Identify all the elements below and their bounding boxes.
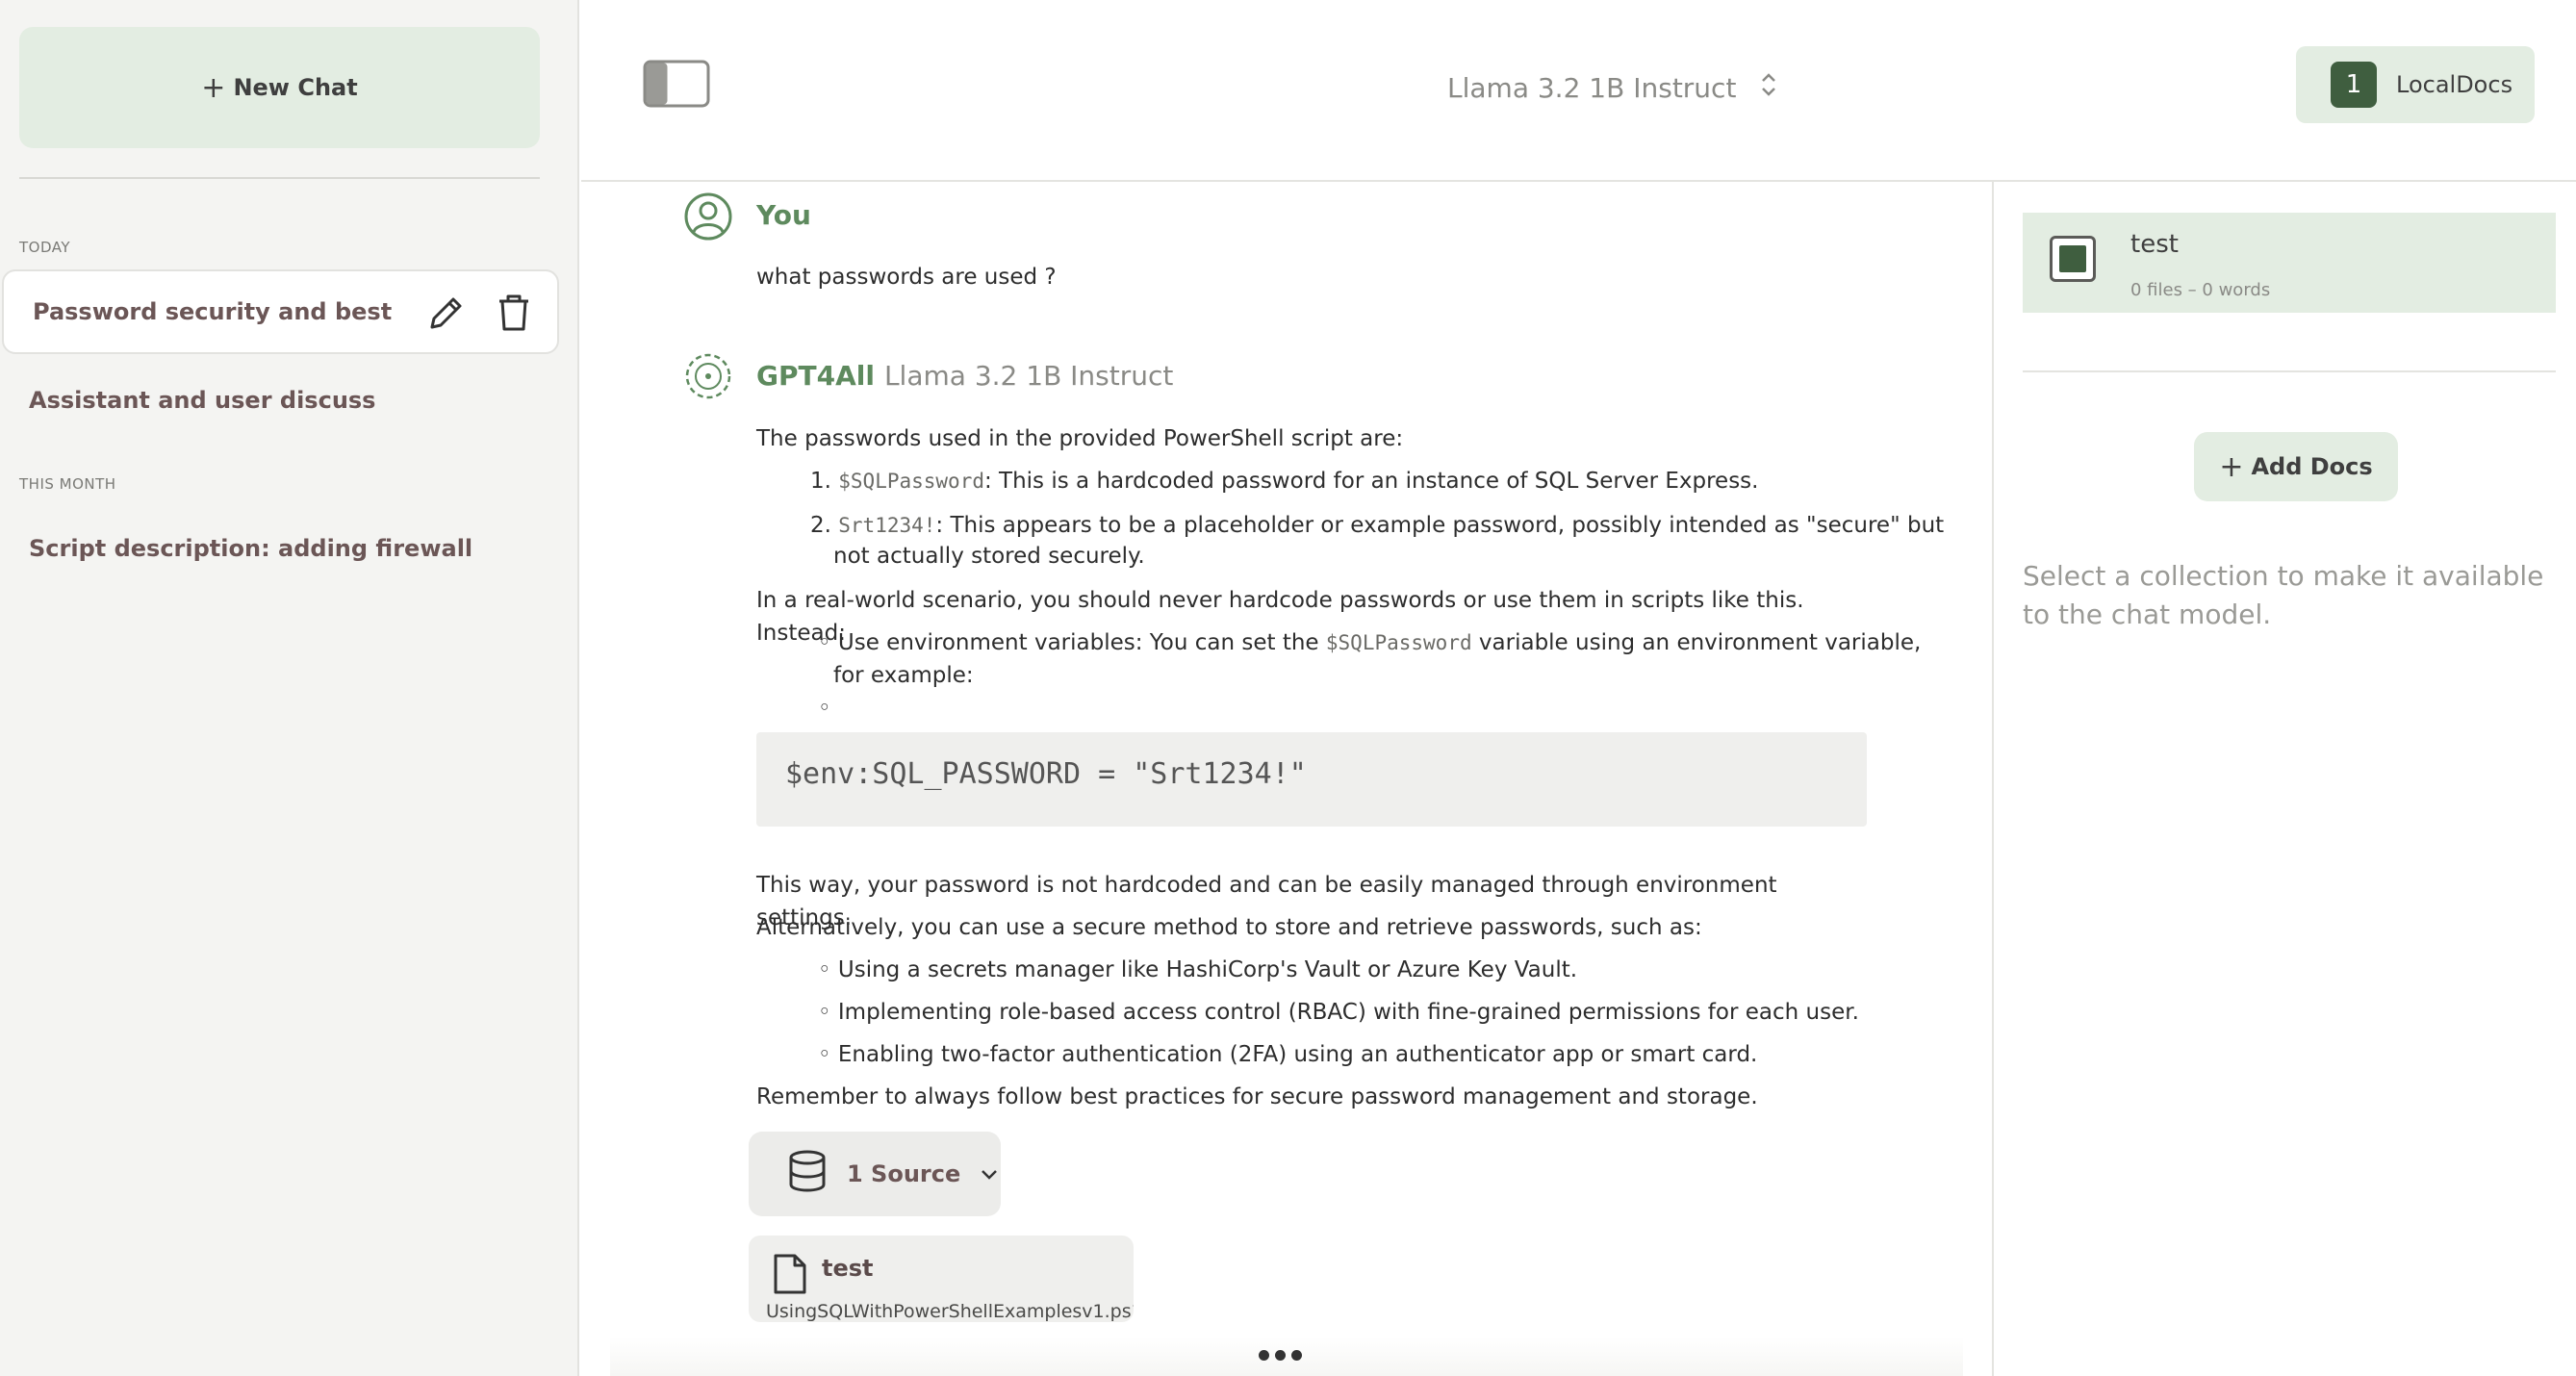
updown-chevron-icon — [1759, 69, 1778, 107]
sources-toggle-button[interactable]: 1 Source — [749, 1132, 1001, 1216]
empty-bullet: ◦ — [818, 696, 831, 721]
numbered-item-2: 2. Srt1234!: This appears to be a placeh… — [810, 513, 1945, 538]
chat-item-password-security[interactable]: Password security and best — [2, 269, 559, 354]
chat-item-label: Script description: adding firewall — [29, 535, 473, 562]
collection-name: test — [2130, 230, 2179, 259]
bullet-env-vars: ◦ Use environment variables: You can set… — [818, 630, 1922, 655]
plus-icon: + — [2219, 449, 2244, 484]
localdocs-panel: test 0 files – 0 words + Add Docs Select… — [1992, 182, 2576, 1376]
section-label-today: TODAY — [19, 239, 71, 256]
more-dots-icon[interactable] — [1259, 1350, 1302, 1361]
code-block[interactable]: $env:SQL_PASSWORD = "Srt1234!" — [756, 732, 1867, 827]
localdocs-button[interactable]: 1 LocalDocs — [2296, 46, 2535, 123]
trash-icon[interactable] — [492, 291, 536, 335]
assistant-model: Llama 3.2 1B Instruct — [883, 360, 1174, 392]
assistant-name-line: GPT4All Llama 3.2 1B Instruct — [756, 360, 1173, 392]
assistant-intro: The passwords used in the provided Power… — [756, 426, 1404, 451]
numbered-item-1: 1. $SQLPassword: This is a hardcoded pas… — [810, 469, 1759, 494]
source-filename: UsingSQLWithPowerShellExamplesv1.ps1 — [766, 1301, 1134, 1322]
bullet-item: ◦ Implementing role-based access control… — [818, 1000, 1859, 1025]
numbered-item-2-cont: not actually stored securely. — [833, 544, 1145, 569]
edit-pencil-icon[interactable] — [424, 291, 469, 335]
gpt4all-logo-icon — [683, 351, 733, 401]
localdocs-label: LocalDocs — [2396, 71, 2513, 98]
database-icon — [787, 1149, 828, 1199]
add-docs-label: Add Docs — [2251, 453, 2373, 480]
chevron-down-icon — [980, 1160, 999, 1187]
bullet-env-vars-cont: for example: — [833, 663, 974, 688]
section-label-this-month: THIS MONTH — [19, 475, 116, 493]
add-docs-button[interactable]: + Add Docs — [2194, 432, 2398, 501]
collection-checkbox[interactable] — [2050, 236, 2096, 282]
sidebar-divider — [19, 177, 540, 179]
chat-item-script-description[interactable]: Script description: adding firewall — [0, 506, 560, 591]
user-name: You — [756, 199, 811, 231]
new-chat-button[interactable]: + New Chat — [19, 27, 540, 148]
sidebar-toggle-icon — [643, 60, 710, 108]
user-avatar-icon — [683, 191, 733, 242]
chat-item-assistant-user[interactable]: Assistant and user discuss — [0, 358, 560, 443]
model-selector[interactable]: Llama 3.2 1B Instruct — [1447, 64, 1778, 112]
assistant-para-5: Remember to always follow best practices… — [756, 1084, 1758, 1109]
panel-divider — [2023, 370, 2556, 372]
collection-item-test[interactable]: test 0 files – 0 words — [2023, 213, 2556, 313]
source-card[interactable]: test UsingSQLWithPowerShellExamplesv1.ps… — [749, 1236, 1134, 1322]
conversation-view[interactable]: You what passwords are used ? GPT4All Lla… — [581, 182, 1992, 1376]
chat-item-label: Assistant and user discuss — [29, 387, 376, 414]
user-message-text: what passwords are used ? — [756, 265, 1057, 290]
collection-hint: Select a collection to make it available… — [2023, 560, 2544, 630]
plus-icon: + — [201, 70, 226, 105]
model-name: Llama 3.2 1B Instruct — [1447, 71, 1737, 104]
sources-label: 1 Source — [847, 1160, 961, 1187]
chat-history-sidebar: + New Chat TODAY Password security and b… — [0, 0, 579, 1376]
chat-header: Llama 3.2 1B Instruct 1 LocalDocs — [581, 0, 2576, 182]
bullet-item: ◦ Using a secrets manager like HashiCorp… — [818, 957, 1578, 982]
assistant-para-4: Alternatively, you can use a secure meth… — [756, 915, 1702, 940]
collection-meta: 0 files – 0 words — [2130, 280, 2271, 300]
localdocs-count-badge: 1 — [2331, 62, 2377, 108]
chat-item-label: Password security and best — [33, 298, 393, 325]
assistant-name: GPT4All — [756, 360, 875, 392]
bullet-item: ◦ Enabling two-factor authentication (2F… — [818, 1042, 1758, 1067]
source-title: test — [822, 1255, 874, 1282]
new-chat-label: New Chat — [233, 74, 358, 101]
sidebar-toggle-button[interactable] — [643, 60, 710, 108]
file-icon — [772, 1253, 808, 1299]
